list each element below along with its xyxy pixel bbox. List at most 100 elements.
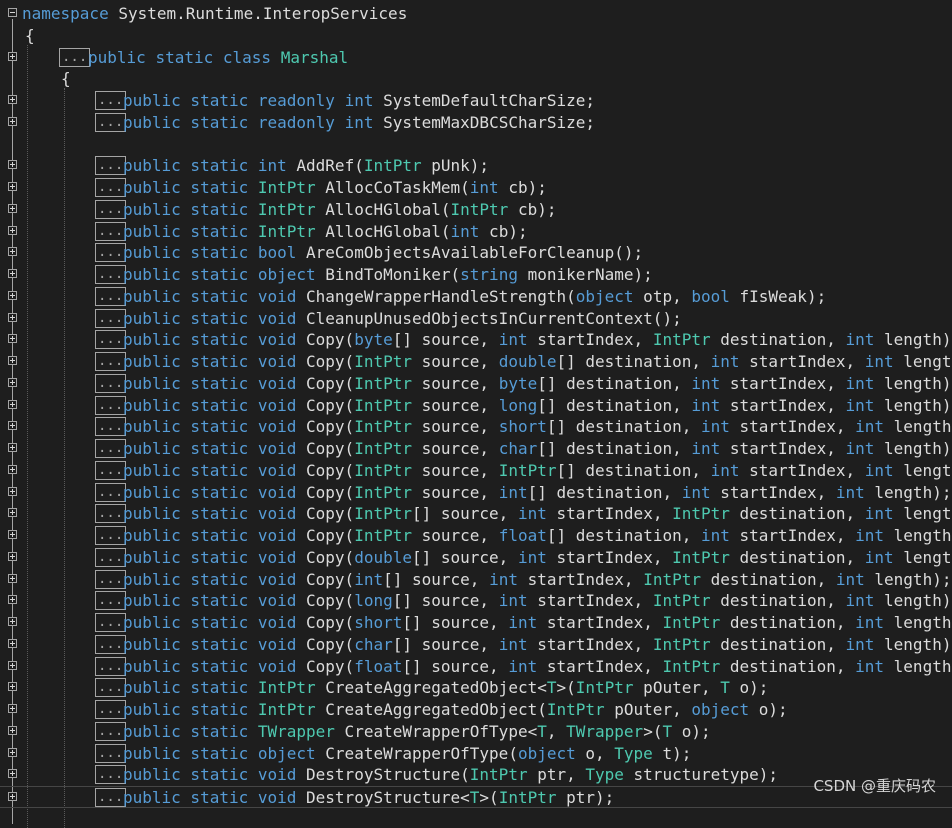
member-line[interactable]: ... public static bool AreComObjectsAvail… — [0, 242, 952, 264]
collapsed-region-ellipsis[interactable]: ... — [95, 613, 127, 632]
expand-member-toggle[interactable] — [8, 704, 17, 713]
collapsed-region-ellipsis[interactable]: ... — [95, 156, 127, 176]
collapsed-region-ellipsis[interactable]: ... — [95, 765, 127, 785]
member-line[interactable]: ... public static void Copy(IntPtr source… — [0, 416, 952, 438]
member-line[interactable]: ... public static void CleanupUnusedObjec… — [0, 308, 952, 330]
expand-member-toggle[interactable] — [8, 312, 17, 322]
expand-class-attr-toggle[interactable] — [8, 51, 17, 61]
member-line[interactable]: ... public static void Copy(double[] sour… — [0, 547, 952, 569]
collapsed-region-ellipsis[interactable]: ... — [95, 526, 127, 545]
collapsed-region-ellipsis[interactable]: ... — [95, 352, 127, 371]
expand-member-toggle[interactable] — [8, 792, 17, 801]
collapsed-region-ellipsis[interactable]: ... — [95, 417, 127, 437]
collapsed-region-ellipsis[interactable]: ... — [95, 308, 127, 328]
member-line[interactable]: ... public static void Copy(IntPtr source… — [0, 438, 952, 460]
member-line[interactable]: ... public static void DestroyStructure<T… — [0, 786, 952, 808]
collapsed-region-ellipsis[interactable]: ... — [95, 482, 127, 502]
expand-member-toggle[interactable] — [8, 421, 17, 431]
member-line[interactable]: ... public static IntPtr AllocHGlobal(Int… — [0, 199, 952, 221]
member-line[interactable]: ... public static IntPtr CreateAggregated… — [0, 699, 952, 721]
brace-line[interactable]: { — [0, 25, 952, 47]
member-line[interactable]: ... public static void Copy(long[] source… — [0, 590, 952, 612]
expand-member-toggle[interactable] — [8, 747, 17, 757]
expand-member-toggle[interactable] — [8, 334, 17, 344]
expand-member-toggle[interactable] — [8, 617, 17, 626]
collapsed-region-ellipsis[interactable]: ... — [95, 634, 127, 654]
collapsed-region-ellipsis[interactable]: ... — [95, 439, 127, 458]
member-line[interactable]: ... public static void Copy(byte[] source… — [0, 329, 952, 351]
collapsed-region-ellipsis[interactable]: ... — [95, 788, 127, 807]
collapsed-region-ellipsis[interactable]: ... — [95, 678, 127, 698]
collapsed-region-ellipsis[interactable]: ... — [95, 265, 127, 284]
member-line[interactable]: ... public static TWrapper CreateWrapperO… — [0, 721, 952, 743]
collapsed-region-ellipsis[interactable]: ... — [95, 504, 127, 524]
collapsed-region-ellipsis[interactable]: ... — [95, 91, 127, 110]
expand-member-toggle[interactable] — [8, 160, 17, 170]
expand-member-toggle[interactable] — [8, 464, 17, 474]
member-line[interactable]: ... public static void Copy(int[] source,… — [0, 569, 952, 591]
expand-member-toggle[interactable] — [8, 377, 17, 387]
member-line[interactable]: ... public static IntPtr AllocHGlobal(int… — [0, 221, 952, 243]
collapsed-region-ellipsis[interactable]: ... — [95, 656, 127, 676]
member-line[interactable]: ... public static int AddRef(IntPtr pUnk)… — [0, 155, 952, 177]
collapsed-region-ellipsis[interactable]: ... — [95, 569, 127, 589]
collapse-namespace-toggle[interactable] — [8, 8, 17, 17]
expand-member-toggle[interactable] — [8, 269, 17, 278]
member-line[interactable]: ... public static void DestroyStructure(I… — [0, 764, 952, 786]
member-line[interactable]: ... public static object BindToMoniker(st… — [0, 264, 952, 286]
member-line[interactable]: ... public static void Copy(IntPtr[] sour… — [0, 503, 952, 525]
expand-member-toggle[interactable] — [8, 595, 17, 605]
member-line[interactable]: ... public static void Copy(float[] sourc… — [0, 656, 952, 678]
collapsed-region-ellipsis[interactable]: ... — [95, 395, 127, 415]
expand-member-toggle[interactable] — [8, 247, 17, 257]
collapsed-region-ellipsis[interactable]: ... — [95, 591, 127, 611]
expand-member-toggle[interactable] — [8, 486, 17, 496]
member-line[interactable]: ... public static void Copy(IntPtr source… — [0, 482, 952, 504]
collapsed-region-ellipsis[interactable]: ... — [95, 243, 127, 263]
expand-member-toggle[interactable] — [8, 443, 17, 452]
expand-member-toggle[interactable] — [8, 725, 17, 735]
expand-member-toggle[interactable] — [8, 573, 17, 583]
expand-member-toggle[interactable] — [8, 399, 17, 409]
collapsed-region-ellipsis[interactable]: ... — [95, 743, 127, 763]
member-line[interactable]: ... public static void Copy(IntPtr source… — [0, 351, 952, 373]
expand-member-toggle[interactable] — [8, 530, 17, 539]
expand-member-toggle[interactable] — [8, 769, 17, 779]
collapsed-region-ellipsis[interactable]: ... — [95, 221, 127, 241]
member-line[interactable]: ... public static void Copy(IntPtr source… — [0, 460, 952, 482]
member-line[interactable]: ... public static void Copy(IntPtr source… — [0, 395, 952, 417]
expand-member-toggle[interactable] — [8, 356, 17, 365]
expand-member-toggle[interactable] — [8, 116, 17, 126]
collapsed-region-ellipsis[interactable]: ... — [95, 460, 127, 480]
member-line[interactable]: ... public static IntPtr AllocCoTaskMem(i… — [0, 177, 952, 199]
collapsed-region-ellipsis[interactable]: ... — [95, 721, 127, 741]
member-line[interactable]: ... public static void Copy(IntPtr source… — [0, 525, 952, 547]
member-line[interactable]: ... public static readonly int SystemMaxD… — [0, 112, 952, 134]
expand-member-toggle[interactable] — [8, 225, 17, 235]
member-line[interactable]: ... public static void Copy(char[] source… — [0, 634, 952, 656]
expand-member-toggle[interactable] — [8, 182, 17, 191]
collapsed-region-ellipsis[interactable]: ... — [95, 547, 127, 567]
expand-member-toggle[interactable] — [8, 551, 17, 561]
expand-member-toggle[interactable] — [8, 203, 17, 213]
member-line[interactable]: ... public static IntPtr CreateAggregated… — [0, 677, 952, 699]
member-line[interactable]: ... public static void Copy(short[] sourc… — [0, 612, 952, 634]
blank-line[interactable] — [0, 134, 952, 156]
collapsed-region-ellipsis[interactable]: ... — [95, 330, 127, 350]
collapsed-region-ellipsis[interactable]: ... — [95, 178, 127, 197]
member-line[interactable]: ... public static readonly int SystemDefa… — [0, 90, 952, 112]
collapsed-region-ellipsis[interactable]: ... — [95, 286, 127, 306]
collapsed-region-ellipsis[interactable]: ... — [95, 373, 127, 393]
class-line[interactable]: ... public static class Marshal — [0, 47, 952, 69]
collapsed-region-ellipsis[interactable]: ... — [59, 47, 91, 67]
collapsed-region-ellipsis[interactable]: ... — [95, 700, 127, 719]
brace-line[interactable]: { — [0, 68, 952, 90]
expand-member-toggle[interactable] — [8, 95, 17, 104]
collapsed-region-ellipsis[interactable]: ... — [95, 199, 127, 219]
member-line[interactable]: ... public static void ChangeWrapperHandl… — [0, 286, 952, 308]
namespace-line[interactable]: namespace System.Runtime.InteropServices — [0, 3, 952, 25]
member-line[interactable]: ... public static object CreateWrapperOfT… — [0, 743, 952, 765]
expand-member-toggle[interactable] — [8, 290, 17, 300]
code-editor[interactable]: namespace System.Runtime.InteropServices… — [0, 0, 952, 828]
collapsed-region-ellipsis[interactable]: ... — [95, 112, 127, 132]
